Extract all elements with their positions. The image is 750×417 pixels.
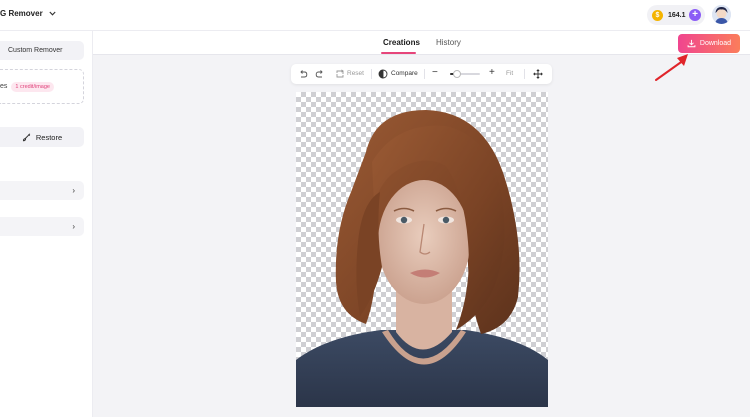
app-switcher[interactable]: G Remover [0, 9, 56, 18]
collapsible-section-2[interactable]: › [0, 217, 84, 236]
zoom-slider-thumb[interactable] [453, 70, 461, 78]
zoom-in-button[interactable]: + [489, 67, 495, 78]
coin-icon: $ [652, 9, 663, 21]
active-tab-indicator [381, 52, 416, 54]
compare-button[interactable]: Compare [391, 70, 418, 77]
chevron-right-icon: › [72, 186, 75, 195]
reset-button[interactable]: Reset [347, 70, 364, 77]
tab-history[interactable]: History [436, 38, 461, 47]
restore-label: Restore [35, 132, 63, 142]
tab-creations[interactable]: Creations [383, 38, 420, 47]
collapsible-section-1[interactable]: › [0, 181, 84, 200]
main-area: Creations History Download Reset Compare… [93, 31, 750, 417]
undo-icon[interactable] [298, 69, 308, 79]
brush-icon [22, 133, 31, 141]
upload-area-label: es [0, 83, 8, 90]
annotation-arrow-icon [655, 54, 688, 81]
compare-icon[interactable] [378, 69, 388, 79]
toolbar-divider [371, 69, 372, 79]
avatar[interactable] [712, 5, 731, 24]
reset-icon[interactable] [335, 69, 345, 79]
upload-area[interactable]: es 1 credit/image [0, 69, 84, 104]
portrait-cutout [296, 110, 548, 407]
chevron-down-icon [49, 11, 56, 16]
fit-button[interactable]: Fit [506, 70, 513, 77]
zoom-out-button[interactable]: − [432, 67, 438, 78]
restore-button[interactable]: Restore [0, 127, 84, 147]
toolbar-divider [424, 69, 425, 79]
redo-icon[interactable] [315, 69, 325, 79]
result-image [296, 92, 548, 407]
credit-count: 164.1 [668, 11, 686, 19]
move-icon[interactable] [533, 69, 543, 79]
toolbar-divider [524, 69, 525, 79]
top-bar: G Remover $ 164.1 + [0, 0, 750, 31]
credits-pill[interactable]: $ 164.1 + [647, 5, 705, 25]
left-panel: Custom Remover es 1 credit/image Restore… [0, 31, 93, 417]
editor-toolbar: Reset Compare − + Fit [291, 64, 552, 84]
add-credit-button[interactable]: + [689, 9, 701, 21]
download-icon [687, 39, 696, 48]
download-label: Download [699, 40, 732, 47]
app-title: G Remover [0, 9, 43, 18]
chevron-right-icon: › [72, 222, 75, 231]
avatar-illustration [712, 5, 731, 24]
custom-remover-button[interactable]: Custom Remover [0, 41, 84, 60]
credit-cost-badge: 1 credit/image [11, 81, 54, 92]
